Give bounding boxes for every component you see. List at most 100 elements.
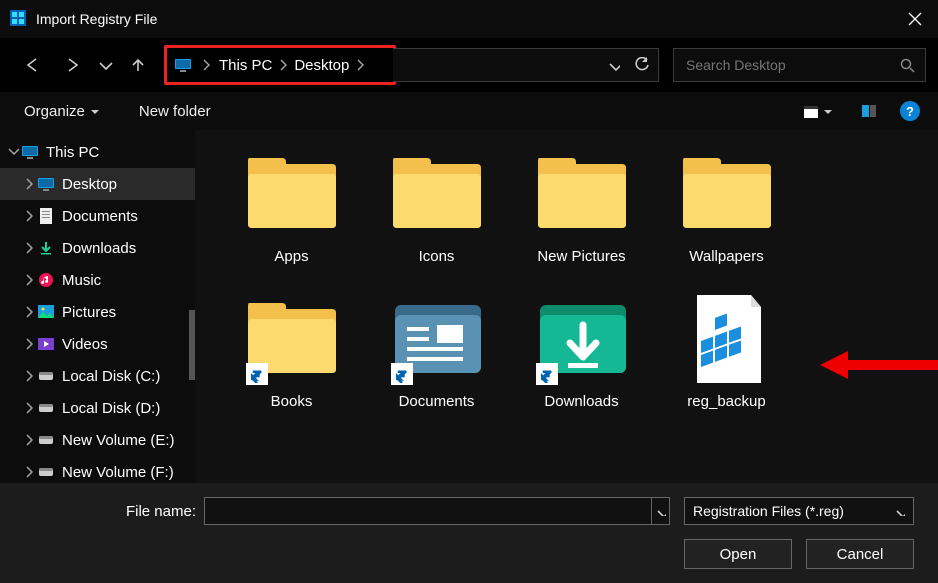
file-item-wallpapers[interactable]: Wallpapers — [654, 144, 799, 289]
file-item-documents[interactable]: Documents — [364, 289, 509, 434]
search-icon — [900, 58, 915, 73]
tree-item-downloads[interactable]: Downloads — [0, 232, 195, 264]
tree-item-music[interactable]: Music — [0, 264, 195, 296]
folder-icon — [534, 146, 630, 242]
chevron-right-icon[interactable] — [199, 59, 213, 71]
pic-icon — [38, 304, 56, 320]
chevron-down-icon — [895, 506, 905, 516]
tree-item-videos[interactable]: Videos — [0, 328, 195, 360]
chevron-right-icon[interactable] — [24, 242, 38, 254]
cancel-button[interactable]: Cancel — [806, 539, 914, 569]
new-folder-button[interactable]: New folder — [133, 103, 217, 120]
tree-item-label: Documents — [62, 208, 138, 225]
tree-item-documents[interactable]: Documents — [0, 200, 195, 232]
tree-item-label: New Volume (E:) — [62, 432, 175, 449]
filename-history-dropdown[interactable] — [652, 497, 670, 525]
folder-icon — [679, 146, 775, 242]
regfile-icon — [679, 291, 775, 387]
chevron-right-icon[interactable] — [24, 402, 38, 414]
folder-icon — [389, 146, 485, 242]
tree-item-label: Local Disk (D:) — [62, 400, 160, 417]
tree-item-new-volume-f-[interactable]: New Volume (F:) — [0, 456, 195, 483]
disk-icon — [38, 400, 56, 416]
chevron-right-icon[interactable] — [24, 306, 38, 318]
chevron-right-icon[interactable] — [24, 466, 38, 478]
dl-icon — [38, 240, 56, 256]
chevron-right-icon[interactable] — [24, 338, 38, 350]
view-menu[interactable] — [798, 103, 838, 120]
disk-icon — [38, 368, 56, 384]
chevron-right-icon[interactable] — [24, 178, 38, 190]
view-icon — [804, 106, 818, 118]
pc-icon — [38, 176, 56, 192]
file-item-label: Icons — [419, 248, 455, 265]
tree-item-label: Downloads — [62, 240, 136, 257]
file-item-downloads[interactable]: Downloads — [509, 289, 654, 434]
breadcrumb-highlight: This PC Desktop — [164, 45, 396, 85]
close-icon — [908, 12, 922, 26]
address-bar[interactable] — [393, 48, 659, 82]
filename-label: File name: — [126, 503, 196, 520]
chevron-right-icon[interactable] — [353, 59, 367, 71]
up-button[interactable] — [118, 45, 158, 85]
back-button[interactable] — [12, 45, 52, 85]
shortcut-overlay-icon — [246, 363, 268, 385]
file-item-apps[interactable]: Apps — [219, 144, 364, 289]
file-item-new-pictures[interactable]: New Pictures — [509, 144, 654, 289]
filename-input[interactable] — [204, 497, 652, 525]
preview-icon — [862, 105, 876, 117]
tree-item-local-disk-c-[interactable]: Local Disk (C:) — [0, 360, 195, 392]
file-item-label: Documents — [399, 393, 475, 410]
chevron-right-icon[interactable] — [24, 210, 38, 222]
tree-item-this-pc[interactable]: This PC — [0, 136, 195, 168]
nav-bar: This PC Desktop — [0, 38, 938, 92]
forward-button[interactable] — [52, 45, 92, 85]
breadcrumb-this-pc[interactable]: This PC — [215, 57, 276, 74]
address-history-dropdown[interactable] — [608, 59, 620, 71]
file-item-label: Wallpapers — [689, 248, 763, 265]
chevron-right-icon[interactable] — [24, 274, 38, 286]
file-item-icons[interactable]: Icons — [364, 144, 509, 289]
search-box[interactable] — [673, 48, 926, 82]
chevron-down-icon[interactable] — [8, 146, 22, 158]
open-button[interactable]: Open — [684, 539, 792, 569]
tree-item-desktop[interactable]: Desktop — [0, 168, 195, 200]
file-item-label: reg_backup — [687, 393, 765, 410]
file-item-reg-backup[interactable]: reg_backup — [654, 289, 799, 434]
file-item-label: Downloads — [544, 393, 618, 410]
tree-item-new-volume-e-[interactable]: New Volume (E:) — [0, 424, 195, 456]
file-item-books[interactable]: Books — [219, 289, 364, 434]
shortcut-overlay-icon — [536, 363, 558, 385]
pc-icon — [22, 144, 40, 160]
tree-item-label: Desktop — [62, 176, 117, 193]
recent-locations-button[interactable] — [92, 45, 118, 85]
file-type-filter[interactable]: Registration Files (*.reg) — [684, 497, 914, 525]
help-button[interactable]: ? — [900, 101, 920, 121]
tree-item-label: Local Disk (C:) — [62, 368, 160, 385]
close-button[interactable] — [892, 0, 938, 38]
refresh-button[interactable] — [634, 57, 650, 73]
disk-icon — [38, 464, 56, 480]
tree-item-pictures[interactable]: Pictures — [0, 296, 195, 328]
file-list[interactable]: Apps Icons New Pictures Wallpapers Books Docu… — [195, 130, 938, 483]
tree-item-label: Pictures — [62, 304, 116, 321]
breadcrumb-desktop[interactable]: Desktop — [290, 57, 353, 74]
title-bar: Import Registry File — [0, 0, 938, 38]
preview-pane-button[interactable] — [856, 105, 882, 117]
search-input[interactable] — [684, 56, 900, 74]
chevron-right-icon[interactable] — [276, 59, 290, 71]
organize-menu[interactable]: Organize — [18, 103, 105, 120]
doc-icon — [38, 208, 56, 224]
tree-item-label: Videos — [62, 336, 108, 353]
pc-icon — [175, 57, 193, 73]
file-item-label: Apps — [274, 248, 308, 265]
tree-item-label: Music — [62, 272, 101, 289]
toolbar: Organize New folder ? — [0, 92, 938, 130]
tree-item-local-disk-d-[interactable]: Local Disk (D:) — [0, 392, 195, 424]
tree-item-label: New Volume (F:) — [62, 464, 174, 481]
bottom-panel: File name: Registration Files (*.reg) Op… — [0, 483, 938, 583]
chevron-right-icon[interactable] — [24, 434, 38, 446]
chevron-right-icon[interactable] — [24, 370, 38, 382]
shortcut-overlay-icon — [391, 363, 413, 385]
filter-label: Registration Files (*.reg) — [693, 503, 895, 519]
